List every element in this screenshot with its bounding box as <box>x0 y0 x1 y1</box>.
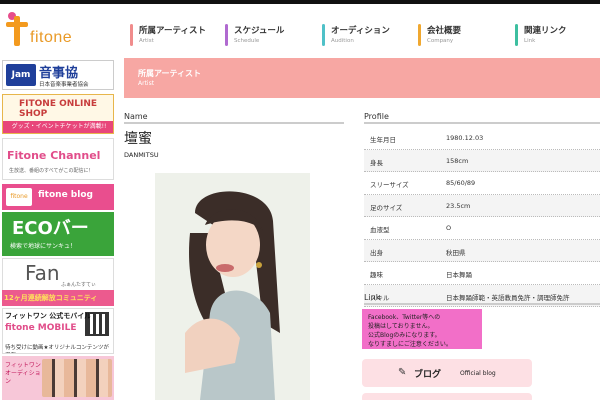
profile-value: 85/60/89 <box>446 179 476 187</box>
impersonation-notice: Facebook、Twitter等への 投稿はしておりません。 公式Blogのみ… <box>362 309 482 349</box>
qr-code-icon <box>85 312 109 336</box>
profile-value: 日本舞踊師範・英語教員免許・調理師免許 <box>446 293 570 302</box>
banner-fitone-blog[interactable]: fitone fitone blog <box>2 184 114 210</box>
profile-row: 出身 秋田県 <box>364 239 600 262</box>
profile-key: 趣味 <box>370 271 383 279</box>
nav-label: 所属アーティスト <box>139 26 206 36</box>
profile-table: 生年月日 1980.12.03 身長 158cm スリーサイズ 85/60/89… <box>364 127 600 307</box>
section-title-name: Name <box>124 112 148 121</box>
banner-subtitle: グッズ・イベントチケットが満載!! <box>3 121 113 133</box>
nav-marker <box>322 24 325 46</box>
edit-pen-icon: ✎ <box>398 367 407 378</box>
banner-photo <box>42 359 112 397</box>
banner-title: 12ヶ月連続解放コミュニティ <box>4 294 98 302</box>
nav-label: スケジュール <box>234 26 285 36</box>
banner-subtitle: 待ち受けに動画★オリジナルコンテンツが満載! <box>5 345 109 351</box>
nav-sublabel: Link <box>524 38 536 44</box>
nav-marker <box>130 24 133 46</box>
banner-fitone-channel[interactable]: Fitone Channel 生放送、番組のすべてがこの配信に！ <box>2 138 114 180</box>
official-blog-button[interactable]: ✎ ブログ Official blog <box>362 359 532 387</box>
section-title-profile: Profile <box>364 112 389 121</box>
profile-row: 足のサイズ 23.5cm <box>364 194 600 217</box>
nav-sublabel: Audition <box>331 38 354 44</box>
page-header: 所属アーティスト Artist <box>124 58 600 98</box>
banner-community[interactable]: 12ヶ月連続解放コミュニティ <box>2 290 114 306</box>
nav-marker <box>515 24 518 46</box>
banner-fan[interactable]: Fan ふぁんたすてぃ <box>2 258 114 292</box>
notice-line: なりすましにご注意ください。 <box>368 341 452 348</box>
banner-audition[interactable]: フィットワン オーディション <box>2 356 114 400</box>
profile-value: 日本舞踊 <box>446 271 472 279</box>
banner-onjikyo[interactable]: Jam 音事協 日本音楽事業者協会 <box>2 60 114 90</box>
section-title-link: Link <box>364 293 381 302</box>
notice-line: 投稿はしておりません。 <box>368 323 434 330</box>
page-subtitle: Artist <box>138 80 155 87</box>
nav-marker <box>418 24 421 46</box>
banner-subtitle: 生放送、番組のすべてがこの配信に！ <box>9 168 94 174</box>
notice-line: Facebook、Twitter等への <box>368 314 441 321</box>
banner-title: FITONE ONLINE SHOP <box>19 99 98 119</box>
nav-label: オーディション <box>331 26 390 36</box>
sidebar: Jam 音事協 日本音楽事業者協会 FITONE ONLINE SHOP グッズ… <box>2 60 114 400</box>
artist-photo <box>155 173 310 400</box>
profile-value: 158cm <box>446 156 469 165</box>
page-title: 所属アーティスト <box>138 69 202 78</box>
banner-subtitle: 日本音楽事業者協会 <box>39 82 89 88</box>
profile-key: 血液型 <box>370 226 390 234</box>
banner-title: Fan <box>25 261 60 285</box>
banner-title-mobile: fitone MOBILE <box>5 323 77 333</box>
profile-row: 趣味 日本舞踊 <box>364 262 600 285</box>
blog-button-sublabel: Official blog <box>460 370 496 377</box>
nav-marker <box>225 24 228 46</box>
nav-label: 関連リンク <box>524 26 567 36</box>
profile-value: O <box>446 224 452 232</box>
profile-value: 23.5cm <box>446 201 471 210</box>
banner-title: fitone blog <box>38 190 93 200</box>
logo-mark-icon <box>6 12 28 48</box>
banner-mobile[interactable]: フィットワン 公式モバイル fitone MOBILE 待ち受けに動画★オリジナ… <box>2 308 114 354</box>
fitone-logo-icon: fitone <box>6 188 32 206</box>
nav-sublabel: Company <box>427 38 454 44</box>
banner-online-shop[interactable]: FITONE ONLINE SHOP グッズ・イベントチケットが満載!! <box>2 94 114 134</box>
profile-value: 1980.12.03 <box>446 134 484 142</box>
artist-name: 壇蜜 <box>124 131 152 147</box>
top-border <box>0 0 600 4</box>
blog-button-label: ブログ <box>414 370 442 380</box>
banner-subtitle: 検索で地球にサンキュ！ <box>10 243 77 250</box>
profile-value: 秋田県 <box>446 248 466 257</box>
artist-roman-name: DANMITSU <box>124 151 159 159</box>
profile-key: 生年月日 <box>370 136 396 144</box>
banner-title: フィットワン オーディション <box>5 362 41 385</box>
section-divider <box>364 303 600 305</box>
banner-title: Fitone Channel <box>7 149 101 162</box>
notice-line: 公式Blogのみになります。 <box>368 332 441 339</box>
profile-key: スリーサイズ <box>370 181 409 189</box>
profile-row: 血液型 O <box>364 217 600 240</box>
banner-title: フィットワン 公式モバイル <box>5 312 92 320</box>
profile-key: 身長 <box>370 158 383 167</box>
profile-row: 生年月日 1980.12.03 <box>364 127 600 150</box>
profile-key: 出身 <box>370 248 383 257</box>
profile-row: スリーサイズ 85/60/89 <box>364 172 600 195</box>
section-divider <box>364 122 600 124</box>
banner-title: ECOバー <box>12 218 89 239</box>
logo-text: fitone <box>30 29 73 46</box>
banner-subtitle: ふぁんたすてぃ <box>61 282 97 288</box>
nav-label: 会社概要 <box>427 26 462 36</box>
banner-eco-bar[interactable]: ECOバー 検索で地球にサンキュ！ <box>2 212 114 256</box>
nav-sublabel: Artist <box>139 38 154 44</box>
nav-sublabel: Schedule <box>234 38 260 44</box>
profile-row: 身長 158cm <box>364 149 600 172</box>
jame-logo-icon: Jam <box>6 64 36 86</box>
section-divider <box>124 122 344 124</box>
site-logo[interactable]: fitone <box>6 12 106 52</box>
link-button[interactable] <box>362 393 532 400</box>
banner-title: 音事協 <box>39 66 79 81</box>
profile-key: 足のサイズ <box>370 203 403 212</box>
